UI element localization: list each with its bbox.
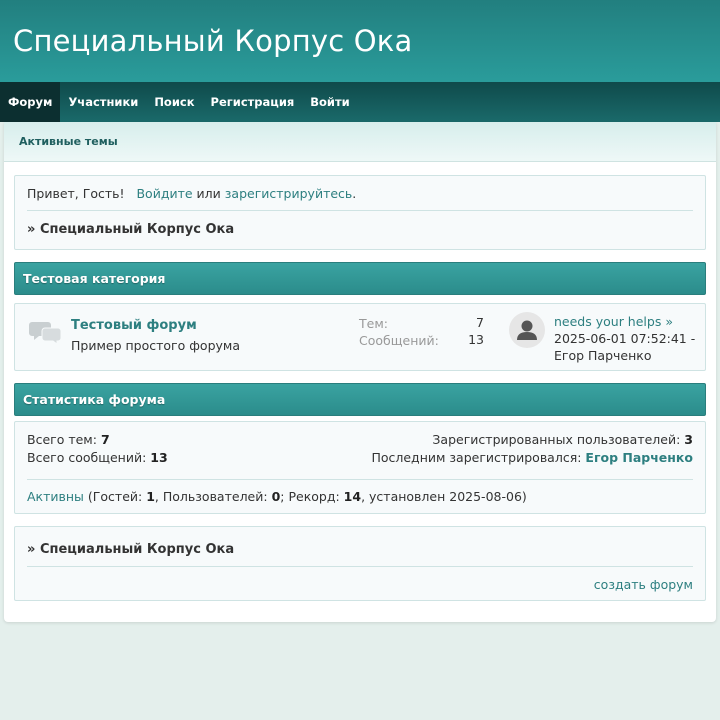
online-active-link[interactable]: Активны [27,489,84,504]
topics-label: Тем: [359,316,388,331]
last-post-link[interactable]: needs your helps [554,314,661,329]
footer-breadcrumb-arrow: » [27,542,36,557]
or-text: или [196,186,221,201]
breadcrumb-home-link[interactable]: Специальный Корпус Ока [40,222,234,237]
active-topics-bar: Активные темы [4,122,716,162]
record-value: 14 [343,489,362,504]
footer-home-link[interactable]: Специальный Корпус Ока [40,542,234,557]
total-topics-value: 7 [100,432,110,447]
breadcrumb: » Специальный Корпус Ока [27,222,234,237]
registered-users-label: Зарегистрированных пользователей: [432,432,681,447]
category-header[interactable]: Тестовая категория [14,262,706,295]
nav-forum[interactable]: Форум [0,82,61,122]
registered-users-value: 3 [684,432,693,447]
total-posts-line: Всего сообщений: 13 [27,450,168,465]
footer-box: » Специальный Корпус Ока создать форум [14,526,706,601]
active-topics-link[interactable]: Активные темы [19,135,118,148]
site-title: Специальный Корпус Ока [13,24,413,58]
users-label: , Пользователей: [154,489,268,504]
period-text: . [352,186,357,201]
main-nav: Форум Участники Поиск Регистрация Войти [0,82,720,122]
default-user-avatar-icon[interactable] [509,312,545,348]
last-registered-label: Последним зарегистрировался: [371,450,582,465]
nav-register[interactable]: Регистрация [203,82,303,122]
total-topics-label: Всего тем: [27,432,97,447]
forum-title-link[interactable]: Тестовый форум [71,318,197,333]
guests-label: (Гостей: [87,489,143,504]
main-panel: Активные темы Привет, Гость! Войдите или… [4,122,716,622]
record-label: ; Рекорд: [280,489,340,504]
footer-breadcrumb: » Специальный Корпус Ока [27,542,234,557]
total-posts-label: Всего сообщений: [27,450,147,465]
create-forum-link[interactable]: создать форум [594,577,693,592]
nav-search[interactable]: Поиск [146,82,202,122]
nav-login[interactable]: Войти [302,82,357,122]
welcome-box: Привет, Гость! Войдите или зарегистрируй… [14,175,706,250]
last-post-datetime: 2025-06-01 07:52:41 - [554,331,696,346]
total-topics-line: Всего тем: 7 [27,432,110,447]
register-link[interactable]: зарегистрируйтесь [225,186,353,201]
last-post-author: Егор Парченко [554,348,652,363]
guests-value: 1 [146,489,155,504]
posts-count: 13 [468,332,484,347]
users-value: 0 [271,489,281,504]
speech-bubbles-icon [29,322,62,345]
site-header: Специальный Корпус Ока [0,0,720,82]
greeting-line: Привет, Гость! Войдите или зарегистрируй… [27,186,356,201]
divider [27,566,693,567]
last-post-title-line: needs your helps » [554,314,673,329]
stats-header: Статистика форума [14,383,706,416]
last-post-arrow-link[interactable]: » [665,314,673,329]
divider [27,479,693,480]
last-registered-line: Последним зарегистрировался: Егор Парчен… [371,450,693,465]
stats-box: Всего тем: 7 Всего сообщений: 13 Зарегис… [14,421,706,514]
nav-members[interactable]: Участники [60,82,146,122]
divider [27,210,693,211]
total-posts-value: 13 [150,450,168,465]
registered-users-line: Зарегистрированных пользователей: 3 [432,432,693,447]
greeting-text: Привет, Гость! [27,186,125,201]
record-date: , установлен 2025-08-06) [361,489,527,504]
forum-description: Пример простого форума [71,338,240,353]
posts-label: Сообщений: [359,333,439,348]
online-line: Активны (Гостей: 1, Пользователей: 0; Ре… [27,489,527,504]
breadcrumb-arrow: » [27,222,36,237]
forum-row: Тестовый форум Пример простого форума Те… [14,303,706,371]
topics-count: 7 [476,315,484,330]
last-registered-user-link[interactable]: Егор Парченко [585,450,693,465]
login-link[interactable]: Войдите [136,186,192,201]
